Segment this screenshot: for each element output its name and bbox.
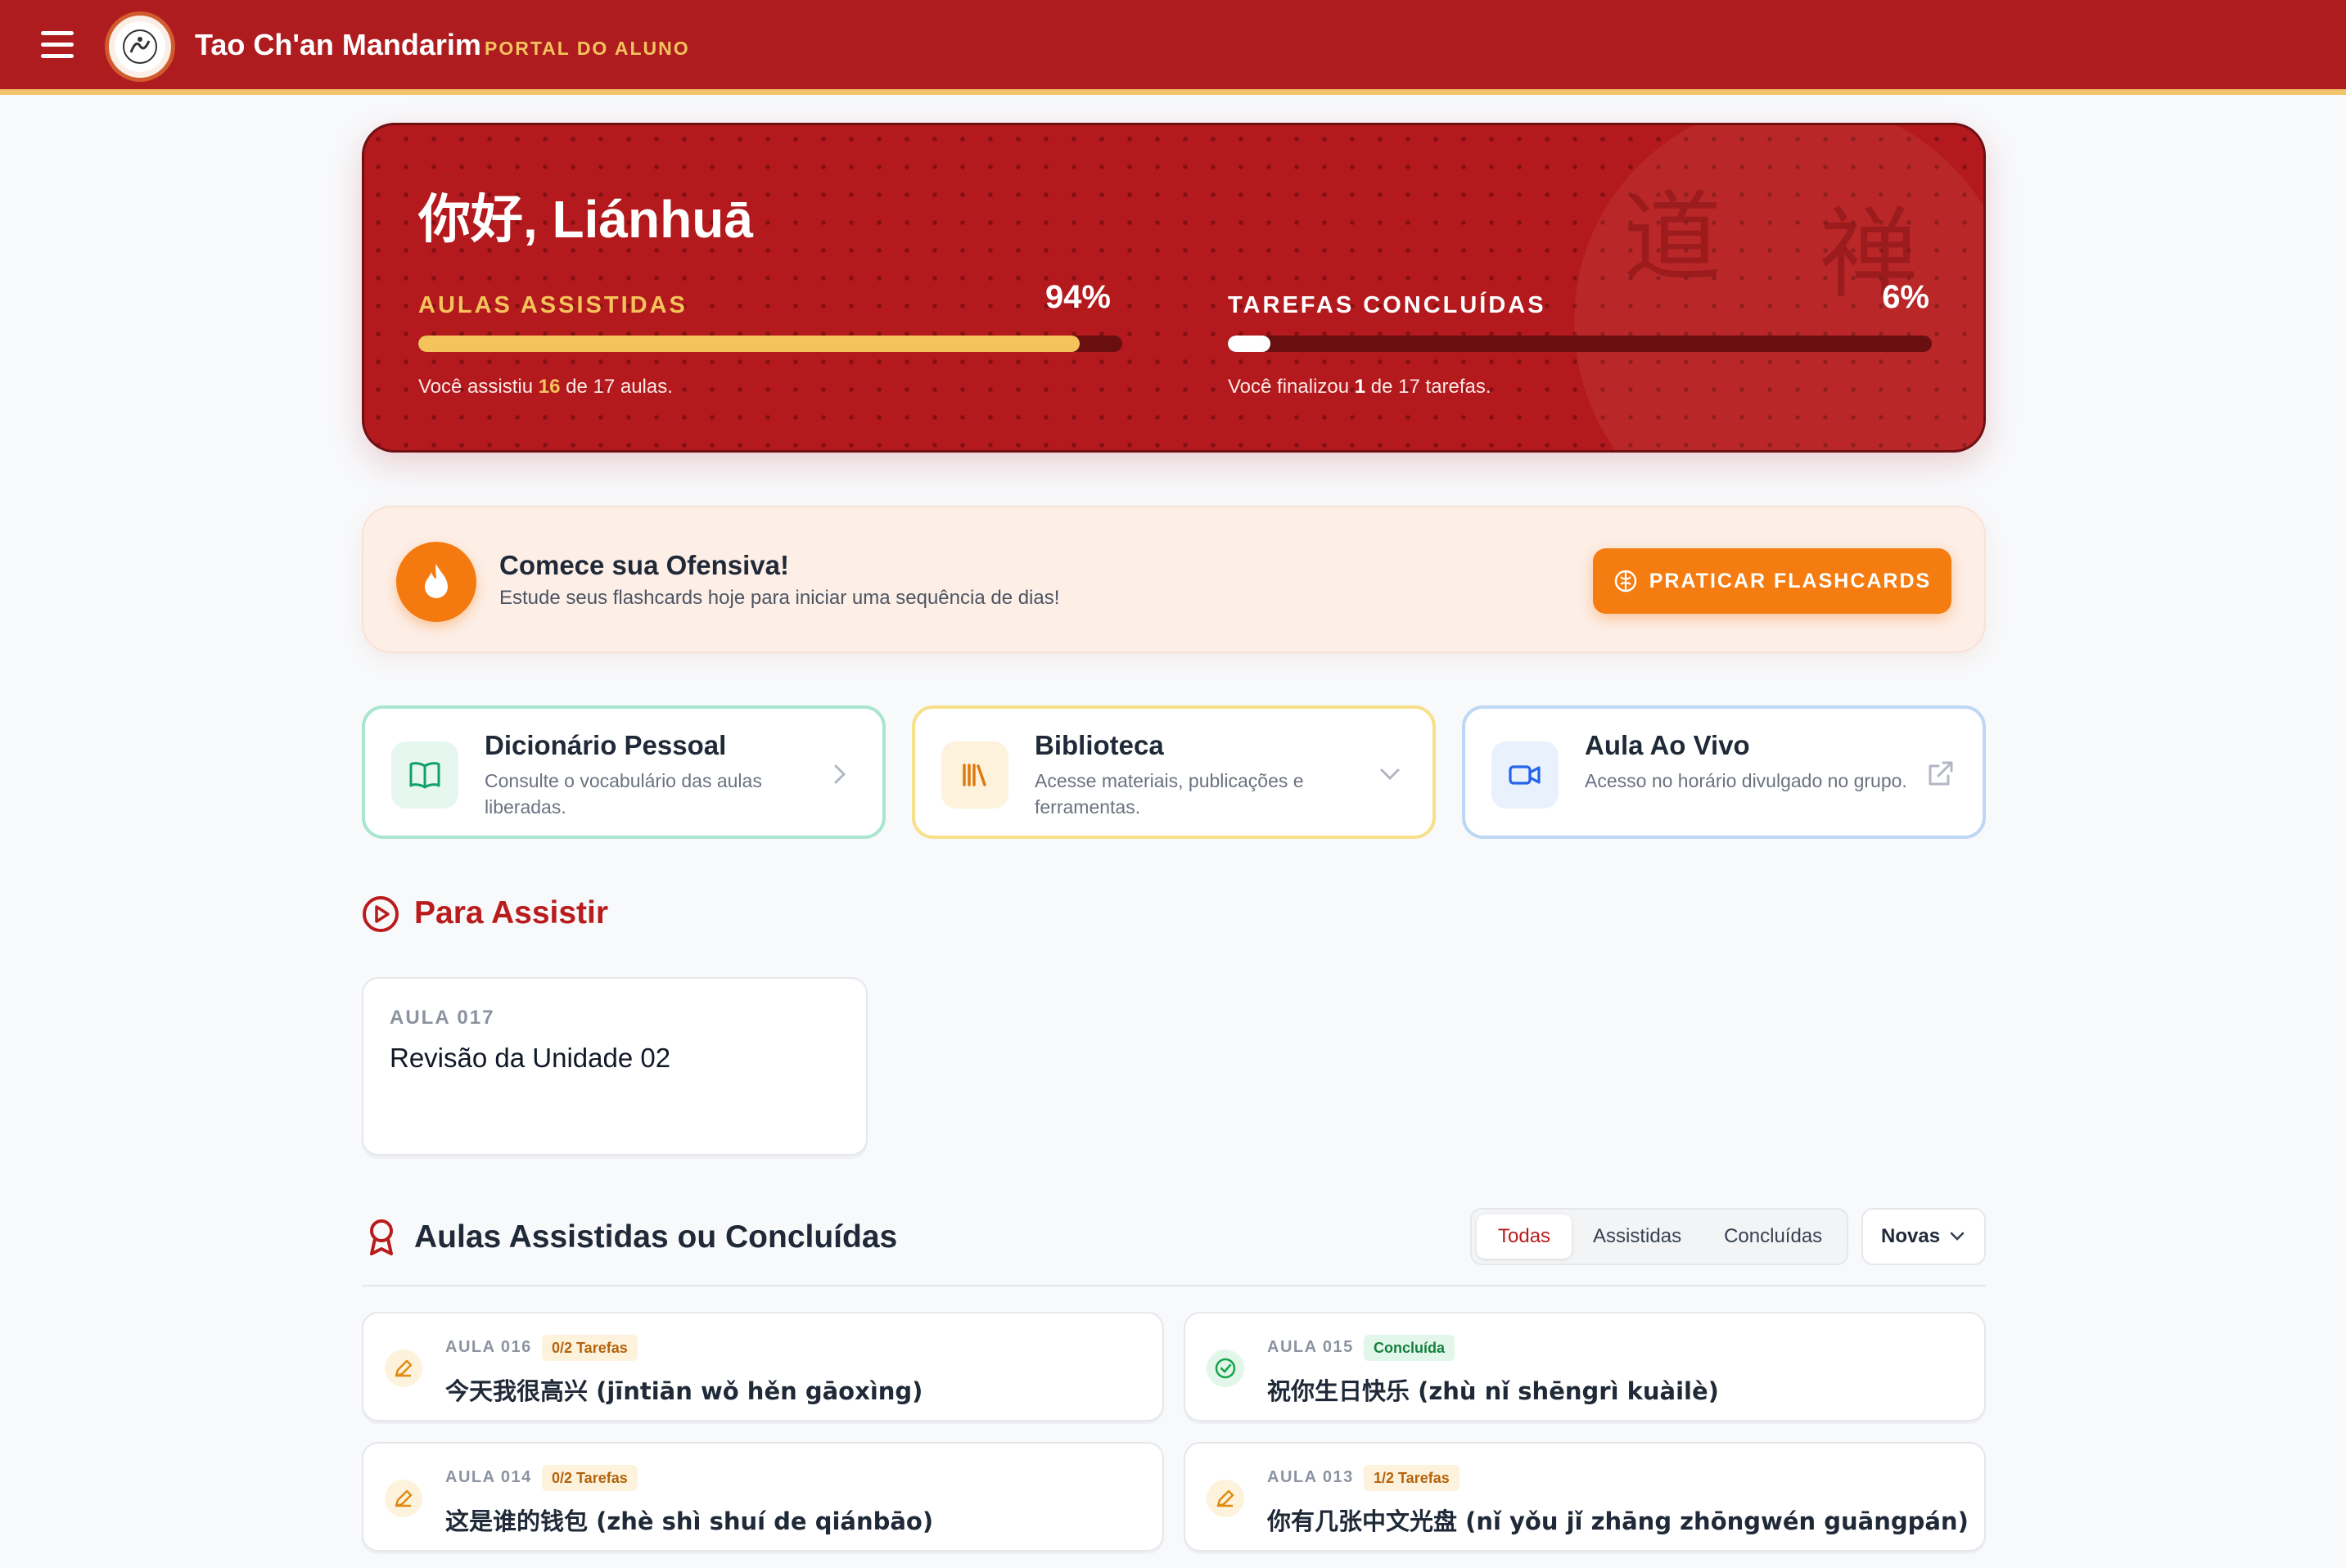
library-title: Biblioteca [1035,730,1164,760]
external-link-icon [1922,756,1958,792]
sort-dropdown[interactable]: Novas [1861,1208,1986,1265]
tasks-badge: 0/2 Tarefas [542,1335,638,1361]
completed-badge: Concluída [1364,1335,1455,1361]
practice-flashcards-button[interactable]: PRATICAR FLASHCARDS [1593,548,1951,614]
lesson-number: AULA 017 [390,1007,495,1029]
pencil-icon [1207,1480,1244,1517]
lesson-title: 今天我很高兴 (jīntiān wǒ hěn gāoxìng) [445,1377,923,1405]
menu-icon[interactable] [41,31,74,61]
sort-value: Novas [1881,1225,1941,1247]
lesson-card[interactable]: AULA 014 0/2 Tarefas 这是谁的钱包 (zhè shì shu… [362,1442,1164,1552]
app-logo[interactable] [105,11,175,82]
watched-progress-bar [418,336,1122,352]
watched-progress-fill [418,336,1081,352]
tasks-badge: 0/2 Tarefas [542,1465,638,1491]
filter-all[interactable]: Todas [1477,1214,1572,1259]
to-watch-title: Para Assistir [414,895,609,930]
pencil-icon [385,1480,422,1517]
tasks-label: TAREFAS CONCLUÍDAS [1228,292,1546,318]
filter-completed[interactable]: Concluídas [1703,1214,1843,1259]
lesson-number: AULA 016 [445,1338,532,1356]
filter-watched[interactable]: Assistidas [1572,1214,1703,1259]
lesson-title: 祝你生日快乐 (zhù nǐ shēngrì kuàilè) [1267,1377,1719,1405]
streak-subtitle: Estude seus flashcards hoje para iniciar… [499,587,1060,609]
tasks-note: Você finalizou 1 de 17 tarefas. [1228,376,1491,398]
tasks-badge: 1/2 Tarefas [1364,1465,1459,1491]
library-icon [941,741,1008,809]
lesson-card[interactable]: AULA 016 0/2 Tarefas 今天我很高兴 (jīntiān wǒ … [362,1312,1164,1422]
lesson-filter-tabs: Todas Assistidas Concluídas [1470,1208,1848,1265]
watched-label: AULAS ASSISTIDAS [418,292,688,318]
lesson-number: AULA 013 [1267,1468,1354,1486]
lesson-title: 这是谁的钱包 (zhè shì shuí de qiánbāo) [445,1507,934,1535]
library-description: Acesse materiais, publicações e ferramen… [1035,770,1304,818]
award-ribbon-icon [370,1219,393,1255]
streak-banner: Comece sua Ofensiva! Estude seus flashca… [362,506,1986,653]
streak-title: Comece sua Ofensiva! [499,550,789,580]
brain-icon [1614,570,1636,593]
progress-hero: 道 禅 你好, Liánhuā AULAS ASSISTIDAS 94% Voc… [362,123,1986,453]
watched-percent: 94% [1044,279,1111,315]
book-open-icon [391,741,458,809]
chevron-down-icon [1372,756,1408,792]
app-title: Tao Ch'an Mandarim [195,28,481,61]
app-subtitle: PORTAL DO ALUNO [485,38,690,59]
lesson-card[interactable]: AULA 013 1/2 Tarefas 你有几张中文光盘 (nǐ yǒu jǐ… [1184,1442,1986,1552]
chevron-right-icon [822,756,858,792]
watched-section-title: Aulas Assistidas ou Concluídas [414,1219,898,1255]
lesson-number: AULA 014 [445,1468,532,1486]
lesson-card[interactable]: AULA 015 Concluída 祝你生日快乐 (zhù nǐ shēngr… [1184,1312,1986,1422]
to-watch-card[interactable]: AULA 017 Revisão da Unidade 02 [362,977,868,1156]
live-class-title: Aula Ao Vivo [1585,730,1750,760]
tasks-progress-fill [1228,336,1270,352]
dictionary-description: Consulte o vocabulário das aulas liberad… [485,770,762,818]
tasks-percent: 6% [1882,279,1929,315]
chevron-down-icon [1950,1232,1965,1241]
live-class-description: Acesso no horário divulgado no grupo. [1585,770,1907,791]
pencil-icon [385,1349,422,1387]
flame-icon [396,542,476,622]
top-bar: Tao Ch'an Mandarim PORTAL DO ALUNO [0,0,2346,95]
section-divider [362,1285,1986,1286]
lesson-number: AULA 015 [1267,1338,1354,1356]
watched-note: Você assistiu 16 de 17 aulas. [418,376,673,398]
dictionary-card[interactable]: Dicionário Pessoal Consulte o vocabulári… [362,705,886,839]
check-circle-icon [1207,1349,1244,1387]
lesson-title: 你有几张中文光盘 (nǐ yǒu jǐ zhāng zhōngwén guāng… [1267,1507,1969,1535]
video-camera-icon [1491,741,1559,809]
greeting: 你好, Liánhuā [418,190,753,249]
lesson-title: Revisão da Unidade 02 [390,1043,671,1073]
dictionary-title: Dicionário Pessoal [485,730,727,760]
live-class-card[interactable]: Aula Ao Vivo Acesso no horário divulgado… [1462,705,1986,839]
play-circle-icon [363,896,399,932]
tasks-progress-bar [1228,336,1932,352]
library-card[interactable]: Biblioteca Acesse materiais, publicações… [912,705,1436,839]
